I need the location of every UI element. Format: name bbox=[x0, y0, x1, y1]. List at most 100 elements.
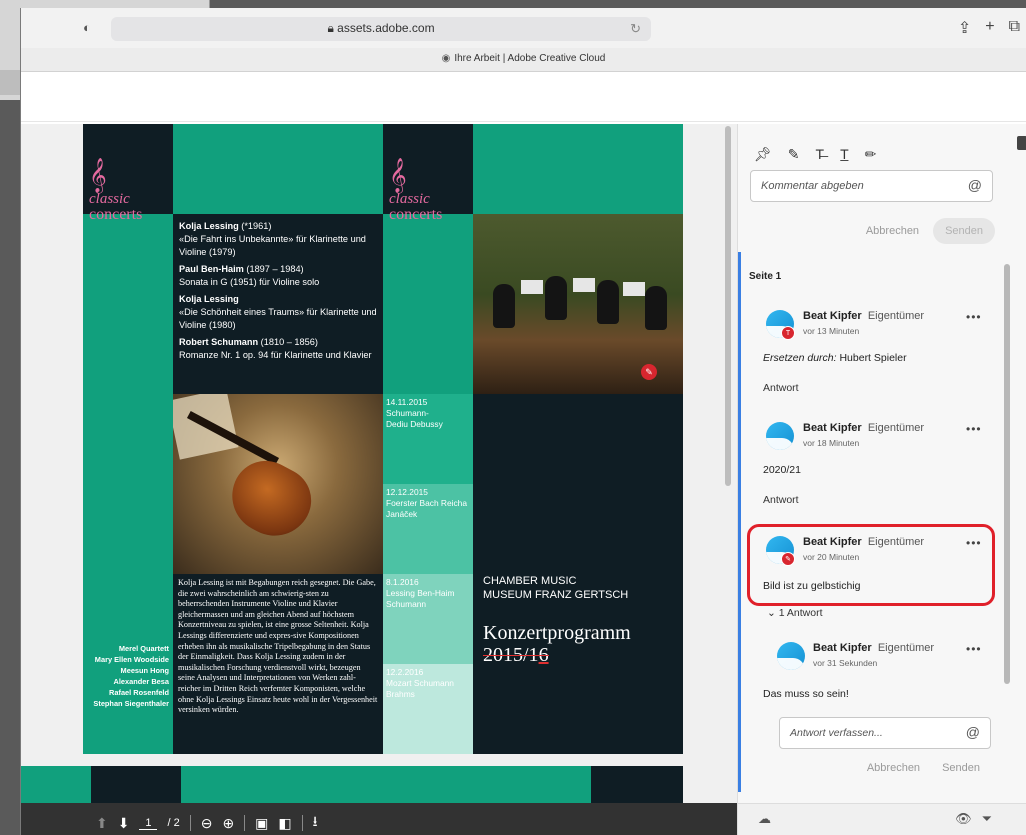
previous-page-icon[interactable]: ⬆ bbox=[96, 815, 108, 832]
treble-clef-icon-2: 𝄞 bbox=[389, 159, 407, 192]
quartet-photo[interactable]: ✎ bbox=[473, 214, 683, 394]
comment-author: Beat Kipfer Eigentümer bbox=[803, 422, 925, 434]
logo-panel-left: 𝄞 classic concerts bbox=[83, 124, 173, 223]
tabs-overview-icon[interactable]: ⧉ bbox=[1009, 18, 1020, 38]
new-tab-icon[interactable]: + bbox=[985, 18, 994, 38]
comment-pin-icon[interactable]: ✎ bbox=[641, 364, 657, 380]
more-options-icon[interactable]: ••• bbox=[966, 422, 982, 436]
performers-list: Merel Quartett Mary Ellen Woodside Meesu… bbox=[83, 643, 173, 753]
reply-link[interactable]: Antwort bbox=[763, 382, 799, 394]
reply-cancel-button[interactable]: Abbrechen bbox=[867, 762, 920, 774]
document-viewer: 𝄞 classic concerts 𝄞 classic concerts Ko… bbox=[21, 124, 737, 835]
musician-figure bbox=[493, 284, 515, 328]
download-icon[interactable]: ⭳ bbox=[313, 811, 318, 835]
reply-input[interactable]: Antwort verfassen... @ bbox=[779, 717, 991, 749]
music-stand bbox=[573, 278, 595, 292]
tab-title: Ihre Arbeit | Adobe Creative Cloud bbox=[454, 53, 606, 64]
cancel-button[interactable]: Abbrechen bbox=[866, 225, 919, 237]
comment-text: Ersetzen durch: Hubert Spieler bbox=[763, 352, 907, 364]
date-label: 12.2.2016 bbox=[386, 667, 424, 677]
browser-window: ◐ 🔒︎ assets.adobe.com ↻ ⇪ + ⧉ ◉ Ihre Arbe… bbox=[20, 8, 1026, 835]
performer-name: Merel Quartett bbox=[118, 644, 169, 653]
concert-panel: CHAMBER MUSIC MUSEUM FRANZ GERTSCH Konze… bbox=[473, 394, 683, 754]
comment-input[interactable]: Kommentar abgeben @ bbox=[750, 170, 993, 202]
season-text: 2015/16 bbox=[483, 644, 549, 666]
comments-scrollbar[interactable] bbox=[1004, 264, 1010, 684]
page-total: / 2 bbox=[167, 817, 180, 829]
zoom-out-icon[interactable]: ⊖ bbox=[201, 815, 213, 832]
comment-time: vor 18 Minuten bbox=[803, 438, 860, 448]
comment-time: vor 31 Sekunden bbox=[813, 658, 878, 668]
program-entry: Robert Schumann (1810 – 1856) Romanze Nr.… bbox=[179, 337, 372, 360]
footer-actions: 👁︎ ⏷ bbox=[955, 811, 992, 827]
two-page-icon[interactable]: ◧ bbox=[278, 815, 291, 832]
document-page-2 bbox=[21, 766, 683, 806]
comment-item[interactable]: Beat Kipfer Eigentümer vor 18 Minuten ••… bbox=[741, 414, 1001, 514]
app-header bbox=[21, 72, 1026, 122]
tab-bar[interactable]: ◉ Ihre Arbeit | Adobe Creative Cloud bbox=[21, 48, 1026, 72]
comment-visibility-icon[interactable]: 👁︎ bbox=[955, 811, 972, 827]
panel-toggle-icon[interactable] bbox=[1017, 136, 1026, 150]
comments-panel: 📌︎ ✎ T̶ T̲ ✏ Kommentar abgeben @ Abbrech… bbox=[737, 124, 1026, 835]
comment-item[interactable]: T Beat Kipfer Eigentümer vor 13 Minuten … bbox=[741, 302, 1001, 402]
date-cell: 8.1.2016 Lessing Ben-Haim Schumann bbox=[383, 574, 473, 664]
musician-figure bbox=[597, 280, 619, 324]
annotation-tools: 📌︎ ✎ T̶ T̲ ✏ bbox=[754, 146, 876, 163]
draw-tool-icon[interactable]: ✏ bbox=[865, 146, 877, 163]
zoom-in-icon[interactable]: ⊕ bbox=[222, 815, 234, 832]
comment-item[interactable]: ✎ Beat Kipfer Eigentümer vor 20 Minuten … bbox=[741, 528, 1001, 608]
avatar bbox=[766, 422, 794, 450]
comment-thread: Seite 1 T Beat Kipfer Eigentümer vor 13 … bbox=[738, 252, 1008, 792]
date-composers: Mozart Schumann Brahms bbox=[386, 678, 454, 699]
single-page-icon[interactable]: ▣ bbox=[255, 815, 268, 832]
address-url: 🔒︎ assets.adobe.com bbox=[327, 21, 435, 35]
reply-link[interactable]: Antwort bbox=[763, 494, 799, 506]
reply-send-button[interactable]: Senden bbox=[934, 762, 988, 774]
pin-badge-icon: ✎ bbox=[781, 552, 795, 566]
konzert-title: Konzertprogramm 2015/16 bbox=[483, 622, 631, 666]
share-icon[interactable]: ⇪ bbox=[958, 18, 971, 38]
comment-author: Beat Kipfer Eigentümer bbox=[803, 536, 925, 548]
page-number-input[interactable]: 1 bbox=[139, 817, 158, 830]
mention-icon[interactable]: @ bbox=[968, 177, 982, 193]
page2-dark-block bbox=[591, 766, 683, 806]
next-page-icon[interactable]: ⬇ bbox=[118, 815, 130, 832]
comment-time: vor 20 Minuten bbox=[803, 552, 860, 562]
strikethrough-mark bbox=[483, 655, 549, 656]
program-block: Kolja Lessing (*1961) «Die Fahrt ins Unbe… bbox=[173, 214, 383, 394]
classic-concerts-logo-2: 𝄞 classic concerts bbox=[389, 159, 442, 223]
performer-name: Rafael Rosenfeld bbox=[109, 688, 169, 697]
violin-photo bbox=[173, 394, 383, 574]
filter-icon[interactable]: ⏷ bbox=[982, 811, 992, 827]
program-entry: Kolja Lessing (*1961) «Die Fahrt ins Unbe… bbox=[179, 221, 366, 257]
mention-icon[interactable]: @ bbox=[966, 724, 980, 740]
classic-concerts-logo: 𝄞 classic concerts bbox=[89, 159, 142, 223]
document-scrollbar[interactable] bbox=[725, 126, 731, 486]
replace-text-tool-icon[interactable]: T̲ bbox=[840, 146, 849, 163]
cloud-icon[interactable]: ☁ bbox=[758, 811, 771, 827]
program-entry: Paul Ben-Haim (1897 – 1984) Sonata in G (… bbox=[179, 264, 320, 287]
date-composers: Lessing Ben-Haim Schumann bbox=[386, 588, 455, 609]
address-bar[interactable]: 🔒︎ assets.adobe.com ↻ bbox=[111, 17, 651, 41]
comment-author: Beat Kipfer Eigentümer bbox=[803, 310, 925, 322]
reload-icon[interactable]: ↻ bbox=[630, 21, 641, 37]
send-button[interactable]: Senden bbox=[933, 218, 995, 244]
shield-icon[interactable]: ◐ bbox=[83, 20, 91, 35]
performer-name: Mary Ellen Woodside bbox=[94, 655, 169, 664]
highlight-tool-icon[interactable]: ✎ bbox=[788, 146, 800, 163]
more-options-icon[interactable]: ••• bbox=[966, 310, 982, 324]
viewer-toolbar: ⬆ ⬇ 1 / 2 ⊖ ⊕ ▣ ◧ ⭳ bbox=[21, 803, 737, 835]
page2-dark-block bbox=[91, 766, 181, 806]
date-label: 14.11.2015 bbox=[386, 397, 428, 407]
treble-clef-icon: 𝄞 bbox=[89, 159, 107, 192]
viewer-controls: ⬆ ⬇ 1 / 2 ⊖ ⊕ ▣ ◧ ⭳ bbox=[96, 811, 318, 835]
musician-figure bbox=[645, 286, 667, 330]
performer-name: Stephan Siegenthaler bbox=[93, 699, 169, 708]
music-stand bbox=[623, 282, 645, 296]
replies-toggle[interactable]: ⌄ 1 Antwort bbox=[767, 607, 823, 619]
more-options-icon[interactable]: ••• bbox=[966, 642, 982, 656]
strikethrough-tool-icon[interactable]: T̶ bbox=[816, 146, 825, 163]
reply-item[interactable]: Beat Kipfer Eigentümer vor 31 Sekunden •… bbox=[741, 634, 1001, 714]
more-options-icon[interactable]: ••• bbox=[966, 536, 982, 550]
pin-tool-icon[interactable]: 📌︎ bbox=[754, 146, 772, 163]
